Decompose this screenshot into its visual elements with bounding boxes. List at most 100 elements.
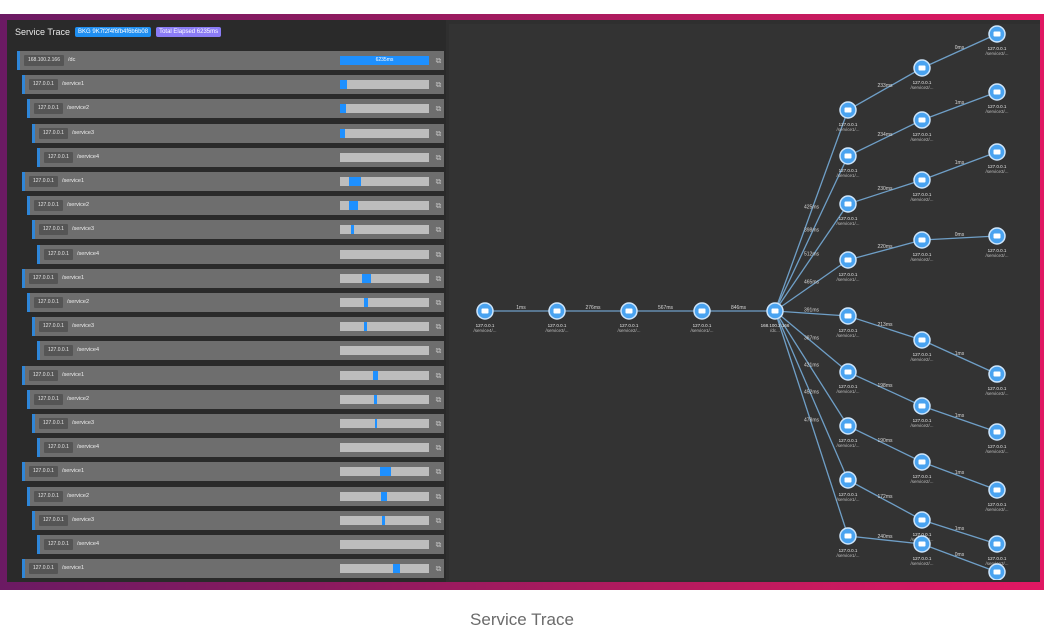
server-glyph-icon	[993, 233, 1001, 239]
open-external-icon[interactable]: ⧉	[433, 491, 444, 502]
trace-row[interactable]: 127.0.0.1/service3 ⧉	[32, 220, 444, 240]
server-glyph-icon	[844, 107, 852, 113]
server-glyph-icon	[844, 257, 852, 263]
node-service-label: /service1/...	[690, 328, 713, 333]
service-node[interactable]: 127.0.0.1/service1/...	[836, 307, 860, 338]
service-node[interactable]: 127.0.0.1/service1/...	[836, 251, 860, 282]
edge-latency-label: 387ms	[804, 336, 820, 342]
open-external-icon[interactable]: ⧉	[433, 249, 444, 260]
service-node[interactable]: 127.0.0.1/service2/...	[910, 331, 934, 362]
trace-row[interactable]: 127.0.0.1/service3 ⧉	[32, 414, 444, 433]
trace-row[interactable]: 127.0.0.1/service3 ⧉	[32, 510, 444, 530]
open-external-icon[interactable]: ⧉	[433, 539, 444, 550]
server-glyph-icon	[918, 337, 926, 343]
duration-fill	[393, 564, 400, 574]
duration-bar	[340, 322, 429, 332]
row-path: /service2	[67, 395, 90, 402]
trace-row[interactable]: 127.0.0.1/service2 ⧉	[27, 99, 444, 119]
trace-row[interactable]: 127.0.0.1/service1 ⧉	[22, 268, 444, 288]
service-node[interactable]: 127.0.0.1/service3/...	[985, 143, 1009, 174]
trace-row[interactable]: 127.0.0.1/service2 ⧉	[27, 196, 444, 216]
server-glyph-icon	[918, 117, 926, 123]
node-service-label: /service3/...	[985, 449, 1008, 454]
trace-graph[interactable]: 1ms 276ms 567ms 846ms 425ms 398ms 512ms 465ms 39…	[449, 24, 1040, 580]
duration-bar	[340, 104, 429, 114]
trace-row[interactable]: 127.0.0.1/service4 ⧉	[37, 535, 444, 554]
trace-row[interactable]: 127.0.0.1/service2 ⧉	[27, 293, 444, 312]
open-external-icon[interactable]: ⧉	[433, 370, 444, 381]
duration-fill	[380, 467, 391, 477]
trace-row[interactable]: 127.0.0.1/service3 ⧉	[32, 317, 444, 337]
service-node[interactable]: 127.0.0.1/service3/...	[985, 227, 1009, 258]
trace-row[interactable]: 168.100.2.166/dc 6235ms ⧉	[17, 51, 444, 70]
trace-row[interactable]: 127.0.0.1/service4 ⧉	[37, 147, 444, 167]
trace-row[interactable]: 127.0.0.1/service2 ⧉	[27, 486, 444, 506]
trace-row[interactable]: 127.0.0.1/service1 ⧉	[22, 75, 444, 95]
service-node[interactable]: 127.0.0.1/service2/...	[617, 302, 641, 333]
service-node[interactable]: 127.0.0.1/service3/...	[985, 25, 1009, 56]
edge-latency-label: 421ms	[804, 363, 820, 369]
server-glyph-icon	[993, 487, 1001, 493]
row-path: /service3	[72, 323, 95, 330]
service-node[interactable]: 127.0.0.1/service1/...	[690, 302, 714, 333]
node-service-label: /service1/...	[836, 333, 859, 338]
open-external-icon[interactable]: ⧉	[433, 418, 444, 429]
edge-latency-label: 276ms	[585, 305, 601, 311]
duration-bar: 6235ms	[340, 56, 429, 65]
row-ip-tag: 127.0.0.1	[29, 563, 58, 575]
open-external-icon[interactable]: ⧉	[433, 515, 444, 526]
open-external-icon[interactable]: ⧉	[433, 345, 444, 356]
row-path: /service3	[72, 516, 95, 523]
service-node[interactable]: 127.0.0.1/service1/...	[836, 527, 860, 558]
trace-row[interactable]: 127.0.0.1/service3 ⧉	[32, 123, 444, 143]
service-node[interactable]: 127.0.0.1/service1/...	[836, 363, 860, 394]
open-external-icon[interactable]: ⧉	[433, 79, 444, 90]
trace-row[interactable]: 127.0.0.1/service1 ⧉	[22, 365, 444, 385]
trace-row[interactable]: 127.0.0.1/service1 ⧉	[22, 462, 444, 482]
service-node[interactable]: 127.0.0.1/service2/...	[910, 231, 934, 262]
trace-row[interactable]: 127.0.0.1/service4 ⧉	[37, 341, 444, 361]
row-ip-tag: 127.0.0.1	[29, 272, 58, 284]
node-service-label: /service2/...	[910, 137, 933, 142]
graph-canvas[interactable]: 1ms 276ms 567ms 846ms 425ms 398ms 512ms 465ms 39…	[449, 24, 1040, 580]
open-external-icon[interactable]: ⧉	[433, 466, 444, 477]
service-node[interactable]: 127.0.0.1/service3/...	[985, 83, 1009, 114]
open-external-icon[interactable]: ⧉	[433, 394, 444, 405]
service-node[interactable]: 127.0.0.1/service3/...	[985, 563, 1008, 580]
open-external-icon[interactable]: ⧉	[433, 297, 444, 308]
open-external-icon[interactable]: ⧉	[433, 152, 444, 163]
open-external-icon[interactable]: ⧉	[433, 200, 444, 211]
row-path: /service2	[67, 105, 90, 112]
trace-row[interactable]: 127.0.0.1/service4 ⧉	[37, 438, 444, 458]
service-node[interactable]: 127.0.0.1/service1/...	[836, 195, 860, 226]
service-node[interactable]: 127.0.0.1/service4/...	[473, 302, 497, 333]
open-external-icon[interactable]: ⧉	[433, 55, 444, 66]
graph-edge	[774, 310, 849, 537]
service-node[interactable]: 127.0.0.1/service3/...	[985, 423, 1009, 454]
trace-row[interactable]: 127.0.0.1/service1 ⧉	[22, 172, 444, 191]
service-node[interactable]: 127.0.0.1/service3/...	[985, 535, 1009, 566]
open-external-icon[interactable]: ⧉	[433, 103, 444, 114]
trace-row[interactable]: 127.0.0.1/service4 ⧉	[37, 244, 444, 264]
service-node[interactable]: 127.0.0.1/service3/...	[545, 302, 569, 333]
service-node[interactable]: 127.0.0.1/service1/...	[836, 471, 860, 502]
row-ip-tag: 127.0.0.1	[44, 151, 73, 163]
open-external-icon[interactable]: ⧉	[433, 176, 444, 187]
duration-bar	[340, 491, 429, 501]
trace-row[interactable]: 127.0.0.1/service1 ⧉	[22, 559, 444, 579]
service-node[interactable]: 127.0.0.1/service1/...	[836, 417, 860, 448]
open-external-icon[interactable]: ⧉	[433, 563, 444, 574]
node-service-label: /service3/...	[985, 253, 1008, 258]
edge-latency-label: 0ms	[955, 552, 965, 558]
open-external-icon[interactable]: ⧉	[433, 128, 444, 139]
service-node[interactable]: 127.0.0.1/service1/...	[836, 101, 860, 132]
server-glyph-icon	[844, 477, 852, 483]
open-external-icon[interactable]: ⧉	[433, 273, 444, 284]
server-glyph-icon	[993, 569, 1001, 575]
open-external-icon[interactable]: ⧉	[433, 321, 444, 332]
open-external-icon[interactable]: ⧉	[433, 224, 444, 235]
open-external-icon[interactable]: ⧉	[433, 442, 444, 453]
duration-bar	[340, 80, 429, 90]
duration-bar	[340, 152, 429, 162]
trace-row[interactable]: 127.0.0.1/service2 ⧉	[27, 389, 444, 409]
